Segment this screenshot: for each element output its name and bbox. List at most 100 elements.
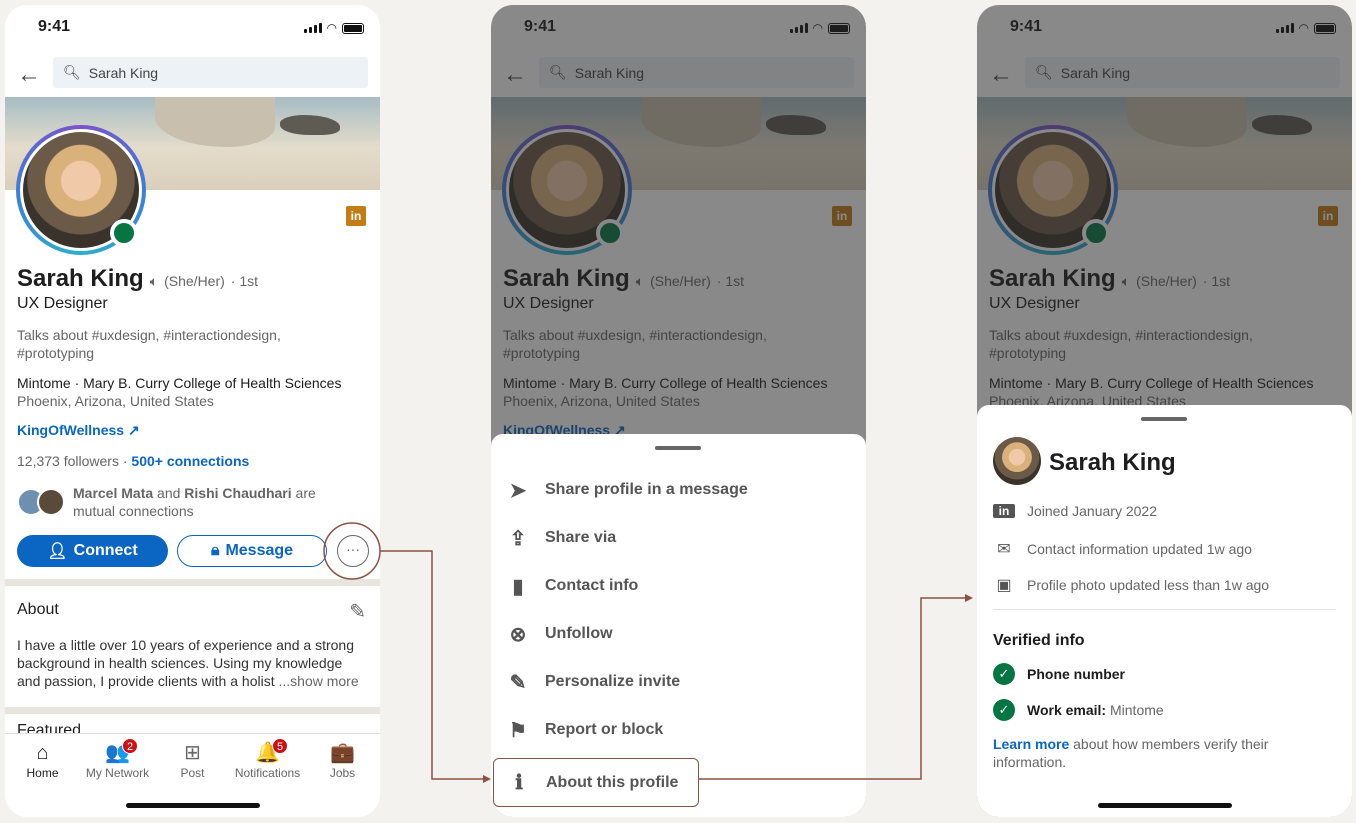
menu-label: Share via bbox=[545, 529, 617, 546]
share-icon: ⇪ bbox=[509, 527, 527, 550]
website-link[interactable]: KingOfWellness ↗ bbox=[17, 422, 140, 439]
info-icon: ℹ bbox=[515, 772, 523, 794]
mail-icon: ✉ bbox=[997, 541, 1011, 558]
home-indicator bbox=[1098, 803, 1232, 808]
online-status-icon bbox=[110, 219, 138, 247]
connection-degree: · 1st bbox=[230, 273, 259, 289]
bell-icon: 🔔 bbox=[255, 742, 280, 764]
website-text: KingOfWellness bbox=[17, 422, 125, 438]
about-text: I have a little over 10 years of experie… bbox=[17, 636, 369, 690]
contact-book-icon: ▮ bbox=[512, 575, 524, 598]
check-circle-icon: ✓ bbox=[993, 699, 1015, 721]
menu-item-share-via[interactable]: ⇪ Share via bbox=[507, 518, 847, 558]
send-icon: ➤ bbox=[509, 479, 527, 502]
mutual-name: Rishi Chaudhari bbox=[184, 485, 292, 501]
menu-label: Unfollow bbox=[545, 625, 613, 642]
signal-icon bbox=[303, 23, 322, 33]
nav-label: Jobs bbox=[329, 766, 356, 780]
divider bbox=[993, 609, 1336, 610]
profile-name: Sarah King bbox=[17, 265, 144, 292]
info-text: Joined January 2022 bbox=[1027, 503, 1157, 519]
search-value: Sarah King bbox=[88, 64, 159, 81]
menu-label: Report or block bbox=[545, 721, 664, 738]
home-indicator bbox=[126, 803, 260, 808]
connect-button[interactable]: 👤︎ Connect bbox=[17, 535, 168, 567]
verified-title: Verified info bbox=[993, 632, 1085, 649]
work-email-value: Mintome bbox=[1110, 702, 1164, 718]
info-row: in Joined January 2022 bbox=[993, 503, 1157, 519]
nav-notifications[interactable]: 🔔 Notifications 5 bbox=[230, 734, 305, 793]
info-row: ▣ Profile photo updated less than 1w ago bbox=[993, 575, 1269, 595]
linkedin-premium-icon: in bbox=[346, 206, 366, 226]
mutual-name: Marcel Mata bbox=[73, 485, 154, 501]
nav-my-network[interactable]: 👥 My Network 2 bbox=[80, 734, 155, 793]
search-input[interactable]: 🔍︎ Sarah King bbox=[53, 57, 368, 88]
more-button[interactable]: ··· bbox=[337, 535, 369, 567]
edit-pencil-icon[interactable]: ✎ bbox=[349, 599, 366, 624]
verified-phone: ✓ Phone number bbox=[993, 663, 1125, 685]
connect-label: Connect bbox=[73, 542, 138, 559]
message-button[interactable]: 🔒︎ Message bbox=[177, 535, 327, 567]
speaker-icon[interactable]: 🔈︎ bbox=[150, 273, 158, 290]
pronouns: (She/Her) bbox=[164, 273, 225, 289]
verified-phone-label: Phone number bbox=[1027, 666, 1126, 682]
connections-link[interactable]: 500+ connections bbox=[131, 453, 249, 469]
work-email-label: Work email: bbox=[1027, 702, 1107, 718]
mutual-and: and bbox=[157, 485, 181, 501]
menu-label: Personalize invite bbox=[545, 673, 681, 690]
external-link-icon: ↗ bbox=[127, 422, 140, 438]
menu-label: About this profile bbox=[546, 773, 679, 791]
flow-arrow-1 bbox=[380, 550, 484, 780]
followers: 12,373 followers · bbox=[17, 453, 128, 469]
add-person-icon: 👤︎ bbox=[47, 543, 68, 560]
menu-item-unfollow[interactable]: ⊗ Unfollow bbox=[507, 614, 847, 654]
info-text: Profile photo updated less than 1w ago bbox=[1027, 577, 1270, 593]
back-arrow-icon[interactable]: ← bbox=[17, 61, 41, 89]
info-text: Contact information updated 1w ago bbox=[1027, 541, 1252, 557]
nav-label: Post bbox=[180, 766, 205, 780]
mutual-connections[interactable]: Marcel Mata and Rishi Chaudhari are mutu… bbox=[17, 484, 333, 520]
menu-label: Share profile in a message bbox=[545, 481, 748, 498]
nav-label: My Network bbox=[85, 766, 150, 780]
menu-item-personalize-invite[interactable]: ✎ Personalize invite bbox=[507, 662, 847, 702]
verified-work-email: ✓ Work email: Mintome bbox=[993, 699, 1164, 721]
about-profile-name: Sarah King bbox=[1049, 449, 1176, 476]
sheet-handle[interactable] bbox=[1141, 417, 1187, 421]
show-more-link[interactable]: ...show more bbox=[278, 673, 358, 689]
nav-post[interactable]: ⊞ Post bbox=[155, 734, 230, 793]
nav-home[interactable]: ⌂ Home bbox=[5, 734, 80, 793]
company: Mintome · Mary B. Curry College of Healt… bbox=[17, 375, 342, 391]
status-time: 9:41 bbox=[38, 18, 71, 35]
notification-badge: 5 bbox=[272, 738, 288, 754]
linkedin-icon: in bbox=[993, 504, 1015, 518]
edit-icon: ✎ bbox=[509, 671, 527, 694]
location: Phoenix, Arizona, United States bbox=[17, 393, 214, 409]
people-icon: 👥 bbox=[105, 742, 130, 764]
nav-label: Home bbox=[26, 766, 59, 780]
nav-jobs[interactable]: 💼 Jobs bbox=[305, 734, 380, 793]
briefcase-icon: 💼 bbox=[330, 742, 355, 764]
menu-item-contact-info[interactable]: ▮ Contact info bbox=[507, 566, 847, 606]
learn-more-link[interactable]: Learn more bbox=[993, 736, 1069, 752]
menu-item-report-or-block[interactable]: ⚑ Report or block bbox=[507, 710, 847, 750]
mutual-avatar bbox=[37, 488, 65, 516]
bottom-nav: ⌂ Home 👥 My Network 2 ⊞ Post 🔔 Notifications 5 💼 Jo… bbox=[5, 733, 380, 793]
home-icon: ⌂ bbox=[36, 742, 49, 764]
menu-item-share-profile-in-a-message[interactable]: ➤ Share profile in a message bbox=[507, 470, 847, 510]
headline: UX Designer bbox=[17, 295, 108, 312]
battery-icon bbox=[342, 22, 364, 34]
profile-avatar-small bbox=[993, 437, 1041, 485]
arrowhead-2 bbox=[965, 594, 973, 602]
plus-square-icon: ⊞ bbox=[184, 742, 201, 764]
menu-item-about-this-profile[interactable]: ℹ About this profile bbox=[493, 758, 699, 807]
notification-badge: 2 bbox=[122, 738, 138, 754]
message-label: Message bbox=[225, 542, 294, 559]
sheet-handle[interactable] bbox=[655, 446, 701, 450]
search-icon: 🔍︎ bbox=[63, 64, 81, 80]
x-circle-icon: ⊗ bbox=[509, 623, 527, 646]
check-circle-icon: ✓ bbox=[993, 663, 1015, 685]
phone-profile: 9:41 ◠ ← 🔍︎ Sarah King in Sarah King 🔈︎ (Sh… bbox=[5, 5, 380, 817]
phone-about-profile: 9:41 ◠ ← 🔍︎Sarah King in Sarah King🔈︎(Sh… bbox=[977, 5, 1352, 817]
about-profile-sheet: Sarah King in Joined January 2022 ✉ Contact… bbox=[977, 405, 1352, 817]
arrowhead-1 bbox=[483, 775, 491, 783]
